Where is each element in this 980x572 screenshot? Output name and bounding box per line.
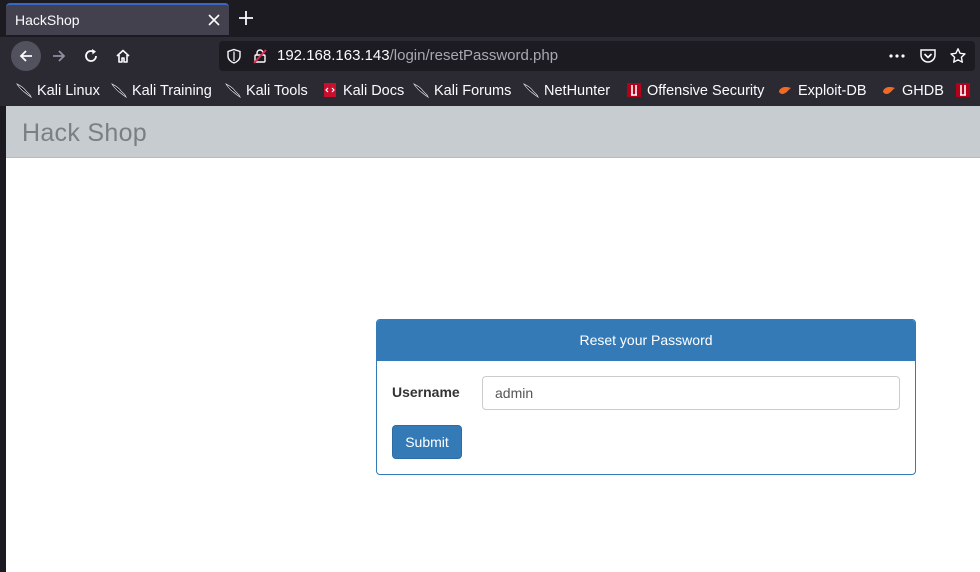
reset-password-panel: Reset your Password Username Submit — [376, 319, 916, 475]
bookmark-item[interactable]: Kali Forums — [413, 82, 511, 99]
bookmark-item[interactable]: NetHunter — [523, 82, 610, 99]
url-host: 192.168.163.143 — [277, 47, 390, 64]
bookmark-label: Kali Tools — [246, 83, 308, 99]
close-tab-icon[interactable] — [205, 11, 223, 29]
reload-icon[interactable] — [76, 41, 106, 71]
bookmark-label: Kali Training — [132, 83, 212, 99]
back-arrow-icon[interactable] — [11, 41, 41, 71]
username-input[interactable] — [482, 376, 900, 410]
tab-title: HackShop — [15, 12, 80, 28]
bookmark-star-icon[interactable] — [949, 47, 967, 70]
tab-strip: HackShop — [0, 0, 980, 37]
site-brand[interactable]: Hack Shop — [22, 119, 147, 148]
kali-dragon-icon — [111, 82, 128, 99]
address-bar[interactable]: 192.168.163.143/login/resetPassword.php — [219, 41, 975, 71]
bookmark-item[interactable]: GHDB — [881, 82, 944, 99]
home-icon[interactable] — [108, 41, 138, 71]
new-tab-plus-icon[interactable] — [236, 8, 256, 28]
bookmark-item[interactable]: Kali Docs — [322, 82, 404, 99]
window-edge — [0, 106, 6, 572]
submit-button[interactable]: Submit — [392, 425, 462, 459]
url-path: /login/resetPassword.php — [389, 47, 559, 64]
url-actions — [880, 47, 967, 70]
bookmark-label: Exploit-DB — [798, 83, 867, 99]
kali-docs-icon — [322, 82, 338, 98]
bookmark-label: Offensive Security — [647, 83, 765, 99]
exploitdb-icon — [777, 82, 793, 98]
bookmark-item[interactable]: Exploit-DB — [777, 82, 867, 99]
tab-hackshop[interactable]: HackShop — [6, 3, 229, 35]
bookmark-item[interactable]: Kali Linux — [16, 82, 100, 99]
bookmark-label: Kali Linux — [37, 83, 100, 99]
bookmark-label: Kali Docs — [343, 83, 405, 99]
bookmarks-toolbar: Kali Linux Kali Training Kali Tools Kali Do… — [0, 75, 980, 106]
bookmark-label: NetHunter — [544, 83, 611, 99]
url-text[interactable]: 192.168.163.143/login/resetPassword.php — [277, 47, 558, 64]
username-label: Username — [392, 384, 460, 400]
offsec-icon — [626, 82, 642, 98]
bookmark-label: Kali Forums — [434, 83, 512, 99]
pocket-icon[interactable] — [919, 47, 937, 70]
page-actions-menu-icon[interactable] — [888, 48, 906, 69]
bookmark-label: GHDB — [902, 83, 944, 99]
exploitdb-icon — [881, 82, 897, 98]
forward-arrow-icon[interactable] — [44, 41, 74, 71]
overflow-bookmark-icon[interactable] — [955, 82, 976, 99]
kali-dragon-icon — [413, 82, 430, 99]
tracking-shield-icon[interactable] — [226, 48, 242, 69]
site-header: Hack Shop — [6, 106, 980, 158]
bookmark-item[interactable]: Kali Training — [111, 82, 212, 99]
insecure-lock-icon[interactable] — [252, 48, 268, 69]
kali-dragon-icon — [523, 82, 540, 99]
navigation-toolbar: 192.168.163.143/login/resetPassword.php — [0, 37, 980, 75]
panel-title: Reset your Password — [377, 320, 915, 361]
kali-dragon-icon — [225, 82, 242, 99]
bookmark-item[interactable]: Kali Tools — [225, 82, 308, 99]
bookmark-item[interactable]: Offensive Security — [626, 82, 764, 99]
kali-dragon-icon — [16, 82, 33, 99]
